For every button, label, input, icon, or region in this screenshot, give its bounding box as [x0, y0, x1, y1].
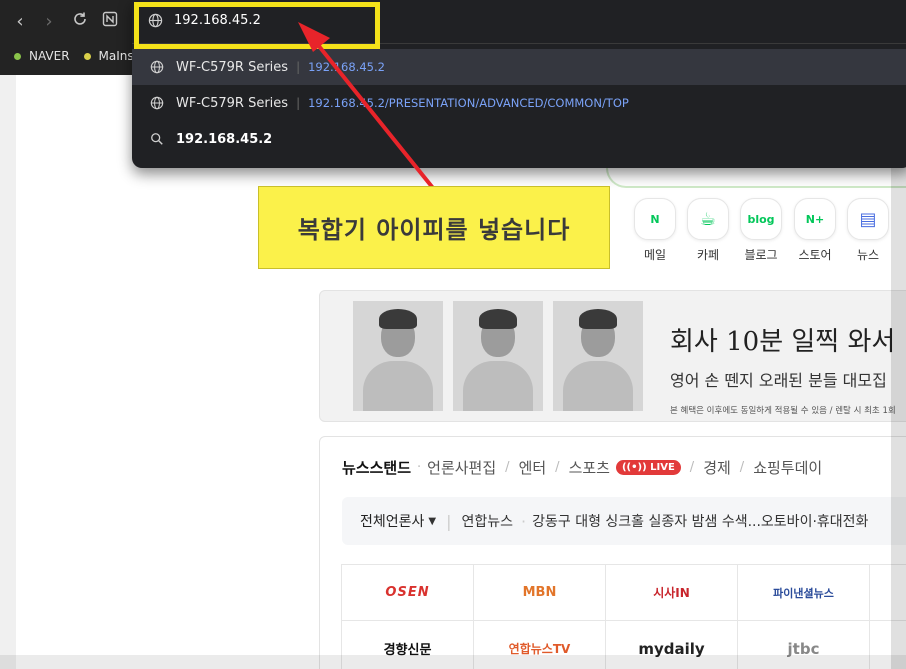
ad-banner[interactable]: 회사 10분 일찍 와서 영어 손 뗀지 오래된 분들 대모집 본 혜택은 이후…: [319, 290, 906, 422]
cafe-cup-icon: ☕: [687, 198, 729, 240]
page-bottom-shade: [0, 655, 906, 669]
tab-economy[interactable]: 경제: [703, 457, 731, 478]
page-left-margin: [0, 75, 16, 669]
tab-newsstand[interactable]: 뉴스스탠드: [342, 457, 411, 478]
bookmark-favicon-icon: [14, 52, 21, 60]
service-label: 메일: [643, 248, 667, 262]
ticker-source[interactable]: 연합뉴스: [462, 511, 514, 531]
service-store[interactable]: N+ 스토어: [792, 198, 838, 263]
press-osen[interactable]: OSEN: [342, 565, 474, 621]
newsstand-panel: 뉴스스탠드 · 언론사편집 / 엔터 / 스포츠 ((•)) LIVE / 경제…: [319, 436, 906, 669]
globe-icon: [149, 95, 165, 111]
suggestion-search[interactable]: 192.168.45.2: [132, 121, 906, 157]
news-icon: ▤: [847, 198, 889, 240]
press-sisain[interactable]: 시사IN: [606, 565, 738, 621]
tab-sports[interactable]: 스포츠: [569, 457, 610, 478]
ad-photo: [353, 301, 443, 411]
instruction-callout: 복합기 아이피를 넣습니다: [258, 186, 610, 269]
address-highlight-box: [134, 2, 380, 49]
tab-press-edit[interactable]: 언론사편집: [427, 457, 496, 478]
ticker-headline[interactable]: 강동구 대형 싱크홀 실종자 밤샘 수색...오토바이·휴대전화: [532, 511, 868, 531]
press-grid: OSEN MBN 시사IN 파이낸셜뉴스 ✱ 경향신문 연합뉴스TV mydai…: [341, 564, 906, 669]
naver-mail-icon: N: [634, 198, 676, 240]
service-mail[interactable]: N 메일: [632, 198, 678, 263]
tab-entertainment[interactable]: 엔터: [519, 457, 547, 478]
press-mbn[interactable]: MBN: [474, 565, 606, 621]
suggestion-1[interactable]: WF-C579R Series | 192.168.45.2: [132, 49, 906, 85]
service-label: 카페: [696, 248, 720, 262]
ad-title: 회사 10분 일찍 와서: [670, 327, 896, 357]
store-icon: N+: [794, 198, 836, 240]
suggestion-url: 192.168.45.2: [308, 60, 385, 74]
service-news[interactable]: ▤ 뉴스: [845, 198, 891, 263]
service-label: 스토어: [798, 248, 832, 262]
suggestion-title: WF-C579R Series: [176, 59, 289, 75]
service-label: 블로그: [744, 248, 778, 262]
blog-icon: blog: [740, 198, 782, 240]
forward-icon[interactable]: ›: [37, 10, 61, 34]
service-blog[interactable]: blog 블로그: [738, 198, 784, 263]
press-select[interactable]: 전체언론사: [360, 511, 424, 531]
bookmark-naver[interactable]: NAVER: [14, 49, 70, 63]
search-icon: [149, 131, 165, 147]
tab-shopping-today[interactable]: 쇼핑투데이: [753, 457, 822, 478]
suggestion-title: WF-C579R Series: [176, 95, 289, 111]
suggestion-2[interactable]: WF-C579R Series | 192.168.45.2/PRESENTAT…: [132, 85, 906, 121]
suggestion-url: 192.168.45.2/PRESENTATION/ADVANCED/COMMO…: [308, 96, 629, 110]
ad-subtitle: 영어 손 뗀지 오래된 분들 대모집: [670, 371, 887, 390]
callout-text: 복합기 아이피를 넣습니다: [297, 216, 571, 244]
caret-down-icon[interactable]: ▼: [428, 516, 436, 527]
ad-photo: [553, 301, 643, 411]
notion-icon[interactable]: [98, 10, 122, 34]
ad-note: 본 혜택은 이후에도 동일하게 적용될 수 있음 / 렌탈 시 최초 1회: [670, 406, 896, 416]
live-badge: ((•)) LIVE: [615, 460, 681, 475]
live-wave-icon: ((•)): [621, 462, 651, 473]
suggestion-query: 192.168.45.2: [176, 131, 273, 147]
service-cafe[interactable]: ☕ 카페: [685, 198, 731, 263]
globe-icon: [149, 59, 165, 75]
reload-icon[interactable]: [68, 10, 92, 34]
news-tabs: 뉴스스탠드 · 언론사편집 / 엔터 / 스포츠 ((•)) LIVE / 경제…: [342, 457, 823, 478]
ad-photo: [453, 301, 543, 411]
service-label: 뉴스: [856, 248, 880, 262]
press-fnnews[interactable]: 파이낸셜뉴스: [738, 565, 870, 621]
bookmark-favicon-icon: [83, 52, 91, 60]
bookmarks-bar: NAVER MaInst: [0, 44, 138, 68]
news-ticker: 전체언론사 ▼ | 연합뉴스 · 강동구 대형 싱크홀 실종자 밤샘 수색...…: [342, 497, 906, 545]
back-icon[interactable]: ‹: [8, 10, 32, 34]
bookmark-mainst[interactable]: MaInst: [83, 49, 138, 63]
